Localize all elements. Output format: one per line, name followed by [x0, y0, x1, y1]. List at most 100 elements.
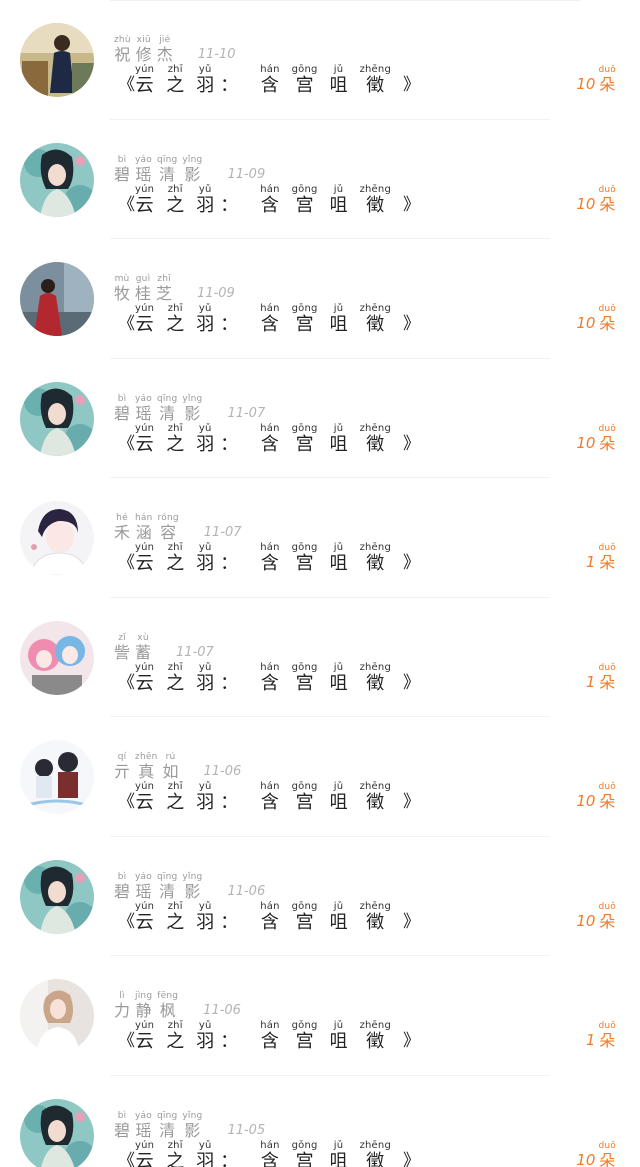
pinyin: hán — [260, 542, 280, 553]
pinyin: xù — [137, 632, 149, 643]
hanzi: 朵 — [599, 672, 616, 692]
sender-name-char: rú 如 — [163, 752, 179, 781]
open-bracket: 《 — [118, 314, 135, 334]
avatar-painted-lady[interactable] — [20, 381, 94, 456]
gift-record-row[interactable]: qí 亓 zhēn 真 rú 如 11-06 《 yún 云 zhī 之 yǔ 羽： hán 含 gōng 宫 jǔ… — [0, 717, 640, 837]
title-colon: ： — [220, 553, 239, 574]
avatar-photo-girl[interactable] — [20, 979, 94, 1053]
gift-record-row[interactable]: bì 碧 yáo 瑶 qīng 清 yǐng 影 11-09 《 yún 云 zhī 之 yǔ 羽： hán 含 g… — [0, 120, 640, 239]
sender-name[interactable]: bì 碧 yáo 瑶 qīng 清 yǐng 影 — [114, 394, 207, 423]
pinyin: yǔ — [198, 542, 212, 553]
title-char: hán 含 — [260, 1021, 279, 1053]
pinyin: duǒ — [598, 423, 616, 434]
title-char: gōng 宫 — [292, 184, 318, 216]
sender-name[interactable]: zhù 祝 xiū 修 jié 杰 — [114, 35, 178, 64]
sender-name[interactable]: bì 碧 yáo 瑶 qīng 清 yǐng 影 — [114, 872, 207, 901]
avatar-anime-girls[interactable] — [20, 620, 94, 695]
pinyin: zǐ — [118, 632, 126, 643]
title-char: gōng 宫 — [292, 1021, 318, 1053]
gift-count-unit: duǒ 朵 — [598, 663, 616, 692]
title-colon: ： — [220, 911, 239, 933]
avatar-painted-lady[interactable] — [20, 859, 94, 934]
pinyin: qí — [117, 752, 127, 762]
gift-count-unit: duǒ 朵 — [598, 1141, 616, 1167]
sender-name[interactable]: bì 碧 yáo 瑶 qīng 清 yǐng 影 — [114, 1111, 207, 1140]
hanzi: 宫 — [295, 553, 314, 574]
hanzi: 之 — [166, 1150, 185, 1167]
title-char: zhēng 徵 — [360, 1021, 391, 1053]
open-bracket: 《 — [118, 792, 135, 812]
hanzi: 之 — [166, 672, 185, 694]
sender-name[interactable]: mù 牧 guì 桂 zhī 芝 — [114, 274, 177, 303]
sender-name[interactable]: lì 力 jìng 静 fēng 枫 — [114, 991, 183, 1020]
close-bracket: 》 — [403, 792, 420, 812]
pinyin: qīng — [156, 154, 178, 165]
sender-name[interactable]: qí 亓 zhēn 真 rú 如 — [114, 752, 184, 781]
hanzi: 徵 — [366, 433, 385, 455]
title-char: zhēng 徵 — [360, 423, 391, 455]
sender-name-char: bì 碧 — [114, 872, 130, 901]
sender-meta: bì 碧 yáo 瑶 qīng 清 yǐng 影 11-05 — [114, 1106, 265, 1140]
gift-count-unit: duǒ 朵 — [598, 782, 616, 811]
pinyin: yún — [135, 1139, 155, 1151]
pinyin: yún — [135, 183, 155, 195]
gift-record-row[interactable]: mù 牧 guì 桂 zhī 芝 11-09 《 yún 云 zhī 之 yǔ 羽： hán 含 gōng 宫 jǔ… — [0, 239, 640, 359]
pinyin: qīng — [156, 1110, 178, 1121]
title-char: zhēng 徵 — [360, 782, 391, 814]
gift-count-unit: duǒ 朵 — [598, 543, 616, 572]
close-bracket: 》 — [403, 194, 420, 215]
avatar-painted-lady[interactable] — [20, 1098, 94, 1167]
title-char: gōng 宫 — [291, 900, 318, 933]
sender-name-char: bì 碧 — [114, 1111, 130, 1140]
pinyin: yáo — [135, 871, 152, 882]
avatar-anime-boy[interactable] — [20, 501, 94, 575]
gift-record-row[interactable]: lì 力 jìng 静 fēng 枫 11-06 《 yún 云 zhī 之 yǔ 羽： hán 含 gōng 宫… — [0, 956, 640, 1076]
open-bracket: 《 — [118, 672, 135, 693]
gift-count: 10 duǒ 朵 — [576, 781, 616, 811]
pinyin: yún — [135, 661, 155, 673]
avatar-chibi-pair[interactable] — [20, 740, 94, 814]
avatar-red-robe[interactable] — [20, 262, 94, 336]
pinyin: zhī — [167, 183, 183, 195]
sender-meta: mù 牧 guì 桂 zhī 芝 11-09 — [114, 269, 235, 303]
hanzi: 羽 — [196, 1150, 215, 1167]
title-char: zhī 之 — [166, 1020, 184, 1053]
title-colon: ： — [220, 194, 239, 216]
gift-record-row[interactable]: bì 碧 yáo 瑶 qīng 清 yǐng 影 11-06 《 yún 云 zhī 之 yǔ 羽： hán 含 g… — [0, 837, 640, 956]
gift-record-row[interactable]: zhù 祝 xiū 修 jié 杰 11-10 《 yún 云 zhī 之 yǔ 羽： hán 含 gōng 宫 j… — [0, 0, 640, 120]
pinyin: hán — [260, 781, 280, 792]
title-char: yǔ 羽 — [196, 1140, 215, 1167]
title-char: yǔ 羽 — [196, 1021, 214, 1053]
title-char: yǔ 羽 — [196, 184, 214, 216]
avatar-qipao[interactable] — [20, 23, 94, 97]
drama-title: 《 yún 云 zhī 之 yǔ 羽： hán 含 gōng 宫 jǔ 咀 zhēng 徵》 — [118, 421, 420, 455]
title-char: hán 含 — [260, 1140, 279, 1167]
gift-record-row[interactable]: zǐ 訾 xù 蓄 11-07 《 yún 云 zhī 之 yǔ 羽： hán 含 gōng 宫 jǔ 咀 zhēn… — [0, 598, 640, 717]
hanzi: 云 — [135, 194, 154, 216]
hanzi: 羽 — [196, 75, 215, 96]
pinyin: jǔ — [333, 303, 344, 314]
pinyin: yáo — [135, 154, 152, 165]
title-char: yún 云 — [135, 1021, 154, 1053]
title-char: zhēng 徵 — [360, 901, 391, 933]
title-char: gōng 宫 — [292, 304, 318, 336]
title-char: hán 含 — [260, 662, 279, 694]
sender-meta: bì 碧 yáo 瑶 qīng 清 yǐng 影 11-07 — [114, 389, 265, 423]
avatar-painted-lady[interactable] — [20, 142, 94, 217]
pinyin: bì — [117, 393, 127, 404]
pinyin: zhī — [167, 1020, 183, 1031]
pinyin: gōng — [291, 900, 318, 912]
hanzi: 徵 — [366, 75, 385, 96]
open-bracket: 《 — [118, 194, 135, 215]
sender-name[interactable]: zǐ 訾 xù 蓄 — [114, 633, 156, 662]
gift-record-row[interactable]: hé 禾 hán 涵 róng 容 11-07 《 yún 云 zhī 之 yǔ 羽： hán 含 gōng 宫 j… — [0, 478, 640, 598]
pinyin: hán — [260, 900, 280, 912]
hanzi: 羽 — [196, 553, 215, 574]
gift-record-row[interactable]: bì 碧 yáo 瑶 qīng 清 yǐng 影 11-05 《 yún 云 zhī 之 yǔ 羽： hán 含 g… — [0, 1076, 640, 1167]
hanzi: 徵 — [366, 1150, 385, 1167]
gift-record-row[interactable]: bì 碧 yáo 瑶 qīng 清 yǐng 影 11-07 《 yún 云 zhī 之 yǔ 羽： hán 含 g… — [0, 359, 640, 478]
pinyin: zhī — [167, 900, 183, 912]
hanzi: 朵 — [599, 194, 616, 214]
sender-name[interactable]: bì 碧 yáo 瑶 qīng 清 yǐng 影 — [114, 155, 207, 184]
sender-name[interactable]: hé 禾 hán 涵 róng 容 — [114, 513, 184, 542]
